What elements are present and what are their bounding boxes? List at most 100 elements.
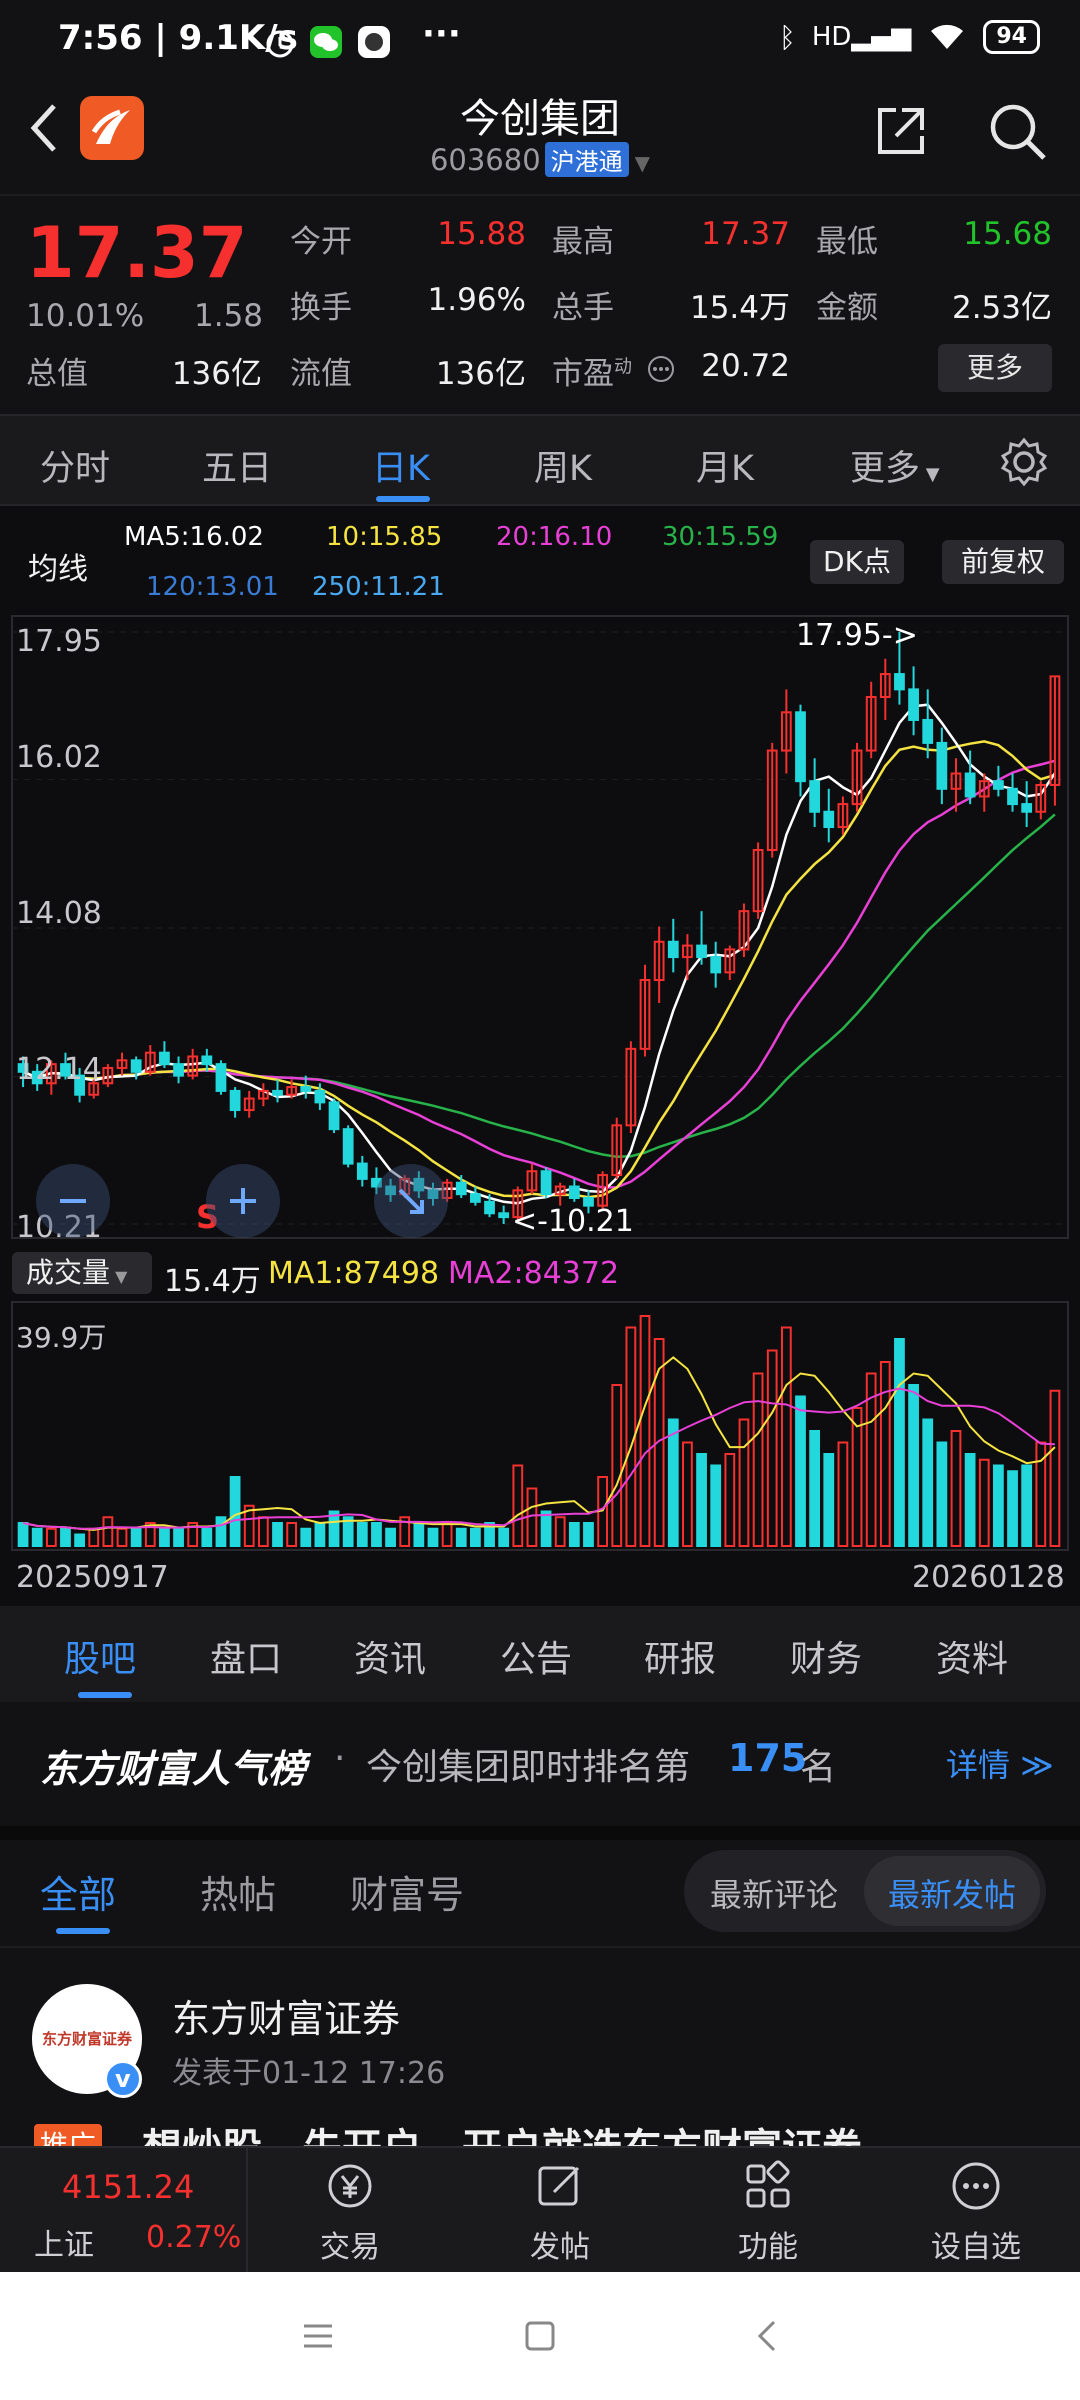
index-change: 0.27% — [146, 2220, 242, 2255]
candle-body — [455, 1181, 467, 1196]
search-icon[interactable] — [986, 100, 1048, 162]
open-value: 15.88 — [437, 216, 526, 252]
more-notifications: ··· — [422, 14, 461, 54]
volume-bar — [159, 1527, 170, 1547]
feed-tab-all[interactable]: 全部 — [40, 1864, 116, 1919]
expand-button[interactable] — [374, 1164, 448, 1238]
volume-bar — [568, 1522, 580, 1547]
volume-bar — [413, 1522, 425, 1547]
candle-body — [328, 1101, 340, 1131]
tab-orderbook[interactable]: 盘口 — [210, 1630, 282, 1682]
more-quote-button[interactable]: 更多 — [938, 344, 1052, 392]
feed-tab-wealth[interactable]: 财富号 — [350, 1864, 464, 1919]
tab-announcements[interactable]: 公告 — [500, 1630, 572, 1682]
tab-more[interactable]: 更多 ▼ — [850, 440, 940, 491]
candle-body — [1021, 803, 1033, 813]
candle-body — [696, 944, 707, 959]
candle-body — [215, 1063, 227, 1092]
sort-latest-comment[interactable]: 最新评论 — [710, 1870, 838, 1916]
volume-bar — [102, 1516, 114, 1547]
rank-brand: 东方财富人气榜 — [40, 1747, 307, 1791]
tab-five-day[interactable]: 五日 — [202, 440, 272, 491]
indicator-selector[interactable]: 成交量 ▼ — [12, 1252, 152, 1294]
volume-bar — [215, 1516, 227, 1547]
open-label: 今开 — [290, 224, 352, 260]
post-item[interactable]: 东方财富证券 v 东方财富证券 发表于01-12 17:26 推广 想炒股，先开… — [0, 1946, 1080, 2172]
rank-separator: · — [334, 1738, 346, 1779]
change-value: 1.58 — [194, 298, 264, 334]
tab-research[interactable]: 研报 — [644, 1630, 716, 1682]
minus-icon — [60, 1199, 86, 1203]
more-circle-icon — [952, 2162, 1000, 2210]
tab-weekly-k[interactable]: 周K — [534, 440, 592, 491]
candle-body — [993, 780, 1004, 790]
pe-info-icon[interactable] — [646, 354, 676, 384]
candle-body — [710, 956, 722, 974]
amount-label: 金额 — [816, 290, 878, 326]
grid-icon — [746, 2160, 790, 2208]
candle-body — [964, 772, 976, 798]
y-tick: 16.02 — [16, 740, 102, 775]
app-notification-icon — [358, 26, 390, 58]
kline-chart[interactable] — [0, 506, 1080, 1606]
add-watchlist-label: 设自选 — [931, 2230, 1021, 2265]
add-watchlist-button[interactable]: 设自选 — [916, 2158, 1036, 2266]
chevron-down-icon[interactable]: ▼ — [635, 151, 650, 175]
volume-bar — [667, 1418, 679, 1547]
candle-body — [229, 1089, 241, 1112]
rank-detail-link[interactable]: 详情 ≫ — [946, 1740, 1054, 1786]
volume-bar — [470, 1527, 481, 1547]
functions-button[interactable]: 功能 — [708, 2158, 828, 2266]
volume-bar — [950, 1430, 962, 1547]
tab-forum[interactable]: 股吧 — [64, 1630, 136, 1682]
tab-monthly-k[interactable]: 月K — [696, 440, 754, 491]
share-icon[interactable] — [872, 102, 930, 160]
info-tabs: 股吧 盘口 资讯 公告 研报 财务 资料 — [0, 1606, 1080, 1702]
volume-bar — [766, 1349, 778, 1547]
zoom-out-button[interactable] — [36, 1164, 110, 1238]
float-label: 流值 — [290, 356, 352, 392]
volume-bar — [1021, 1464, 1033, 1547]
tab-news[interactable]: 资讯 — [354, 1630, 426, 1682]
alarm-icon — [266, 30, 294, 58]
low-label: 最低 — [816, 224, 878, 260]
tab-daily-k[interactable]: 日K — [372, 440, 430, 491]
pe-value: 20.72 — [701, 348, 790, 384]
trade-button[interactable]: 交易 — [290, 2158, 410, 2266]
volume-bar — [682, 1441, 693, 1547]
volume-bar — [752, 1372, 764, 1547]
volume-bar — [611, 1384, 623, 1547]
menu-icon[interactable] — [300, 2318, 336, 2354]
active-tab-indicator — [376, 496, 430, 502]
tab-intraday[interactable]: 分时 — [40, 440, 110, 491]
post-label: 发帖 — [530, 2230, 590, 2265]
popularity-rank-banner[interactable]: 东方财富人气榜 · 今创集团即时排名第 175 名 详情 ≫ — [0, 1702, 1080, 1826]
tab-profile[interactable]: 资料 — [936, 1630, 1008, 1682]
gear-icon[interactable] — [998, 436, 1050, 488]
candle-body — [823, 810, 835, 829]
sort-latest-post[interactable]: 最新发帖 — [888, 1870, 1016, 1916]
volume-bar — [45, 1527, 57, 1547]
y-tick: 12.14 — [16, 1052, 102, 1087]
feed-tab-hot[interactable]: 热帖 — [200, 1864, 276, 1919]
change-pct: 10.01% — [26, 298, 145, 334]
verified-icon: v — [115, 2065, 131, 2093]
index-ticker[interactable]: 4151.24 上证 0.27% — [0, 2148, 248, 2274]
mcap-value: 136亿 — [171, 356, 262, 392]
volume-bar — [229, 1476, 241, 1547]
back-icon[interactable] — [750, 2318, 786, 2354]
candle-body — [130, 1059, 142, 1073]
low-annotation: <-10.21 — [512, 1204, 634, 1239]
post-button[interactable]: 发帖 — [500, 2158, 620, 2266]
rank-text: 今创集团即时排名第 — [366, 1747, 691, 1788]
tab-financials[interactable]: 财务 — [790, 1630, 862, 1682]
home-icon[interactable] — [522, 2318, 558, 2354]
turnover-value: 1.96% — [427, 282, 526, 318]
avatar-brand-text: 东方财富证券 — [42, 2030, 133, 2048]
volume-bar — [639, 1315, 651, 1547]
volume-bar — [17, 1522, 29, 1547]
volume-bar — [286, 1522, 298, 1547]
post-author[interactable]: 东方财富证券 — [172, 1988, 400, 2043]
rank-unit: 名 — [800, 1747, 837, 1788]
zoom-in-button[interactable] — [206, 1164, 280, 1238]
